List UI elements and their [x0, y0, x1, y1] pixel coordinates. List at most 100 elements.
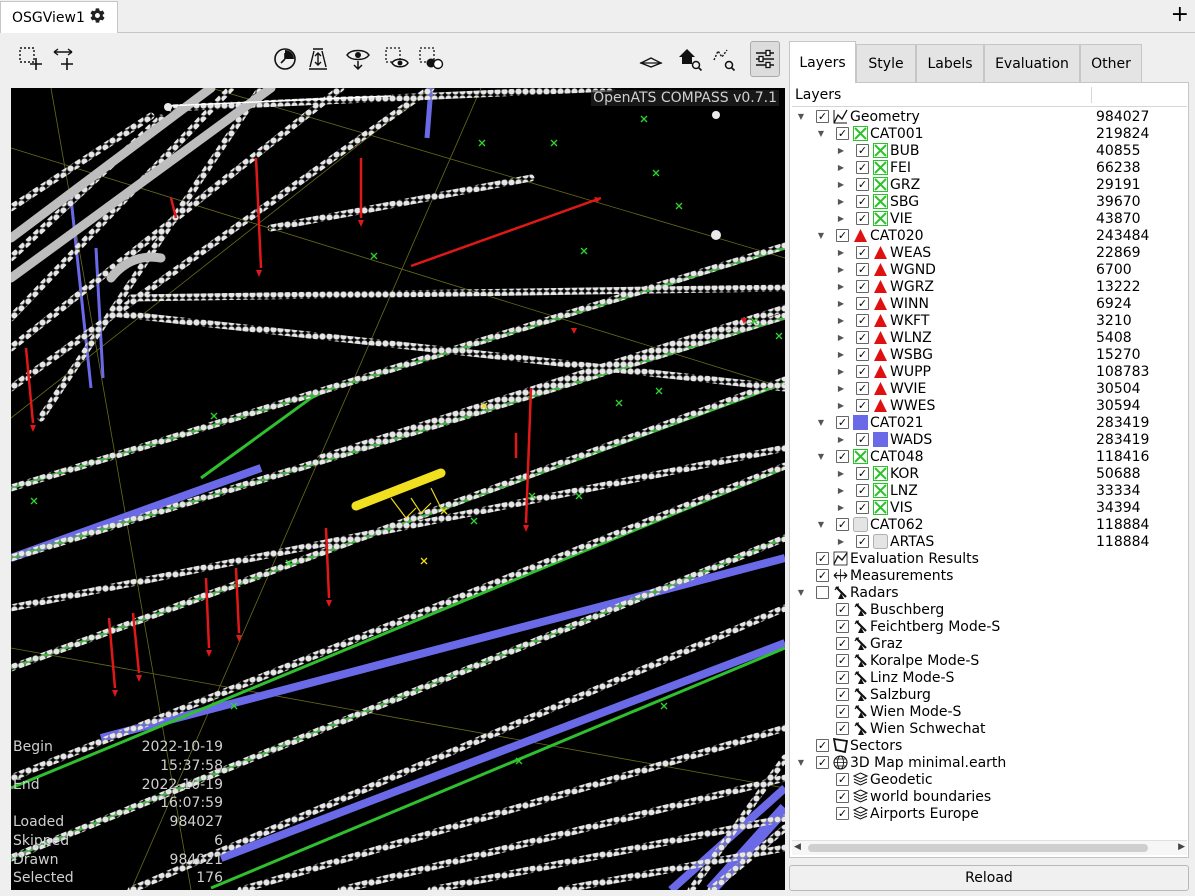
layer-checkbox[interactable]: ✓: [836, 705, 849, 718]
expand-arrow-icon[interactable]: ▶: [836, 346, 846, 363]
tab-evaluation[interactable]: Evaluation: [984, 44, 1080, 82]
layer-checkbox[interactable]: ✓: [856, 195, 869, 208]
track-zoom-icon[interactable]: [708, 41, 738, 77]
tree-item-cat048[interactable]: ✓ CAT048: [836, 448, 924, 465]
expand-arrow-icon[interactable]: ▶: [836, 176, 846, 193]
expand-arrow-icon[interactable]: ▶: [836, 499, 846, 516]
layer-checkbox[interactable]: ✓: [856, 433, 869, 446]
layer-checkbox[interactable]: ✓: [836, 722, 849, 735]
expand-arrow-icon[interactable]: ▶: [836, 142, 846, 159]
layer-checkbox[interactable]: ✓: [836, 637, 849, 650]
tree-item-wsbg[interactable]: ✓ WSBG: [856, 346, 933, 363]
expand-arrow-icon[interactable]: ▶: [836, 193, 846, 210]
layer-checkbox[interactable]: ✓: [856, 467, 869, 480]
height-filter-icon[interactable]: [303, 41, 333, 77]
tree-item-wads[interactable]: ✓ WADS: [856, 431, 932, 448]
expand-arrow-icon[interactable]: ▶: [836, 244, 846, 261]
tree-item-artas[interactable]: ✓ ARTAS: [856, 533, 934, 550]
expand-arrow-icon[interactable]: ▶: [836, 482, 846, 499]
reload-button[interactable]: Reload: [789, 865, 1189, 891]
layer-checkbox[interactable]: ✓: [836, 416, 849, 429]
tab-layers[interactable]: Layers: [789, 41, 856, 83]
tree-item-linz-mode-s[interactable]: ✓ Linz Mode-S: [836, 669, 954, 686]
layer-checkbox[interactable]: ✓: [816, 739, 829, 752]
gear-icon[interactable]: [89, 7, 106, 28]
view-tab[interactable]: OSGView1: [0, 1, 118, 33]
expand-arrow-icon[interactable]: ▶: [836, 380, 846, 397]
layer-checkbox[interactable]: ✓: [856, 212, 869, 225]
tree-item-world-boundaries[interactable]: ✓ world boundaries: [836, 788, 991, 805]
layer-checkbox[interactable]: ✓: [856, 331, 869, 344]
expand-arrow-icon[interactable]: ▶: [836, 465, 846, 482]
layer-checkbox[interactable]: ✓: [836, 450, 849, 463]
layer-checkbox[interactable]: ✓: [836, 688, 849, 701]
tree-item-geometry[interactable]: ✓ Geometry: [816, 108, 920, 125]
tree-item-3d-map-minimal-earth[interactable]: ✓ 3D Map minimal.earth: [816, 754, 1006, 771]
expand-arrow-icon[interactable]: ▶: [836, 363, 846, 380]
expand-arrow-icon[interactable]: ▶: [836, 210, 846, 227]
layer-checkbox[interactable]: ✓: [836, 229, 849, 242]
tree-item-feichtberg-mode-s[interactable]: ✓ Feichtberg Mode-S: [836, 618, 1000, 635]
layer-checkbox[interactable]: ✓: [816, 110, 829, 123]
expand-arrow-icon[interactable]: ▶: [836, 159, 846, 176]
layer-checkbox[interactable]: ✓: [836, 603, 849, 616]
settings-sliders-icon[interactable]: [750, 41, 780, 77]
layer-checkbox[interactable]: ✓: [836, 807, 849, 820]
layer-checkbox[interactable]: ✓: [816, 756, 829, 769]
layer-checkbox[interactable]: ✓: [836, 620, 849, 633]
select-add-icon[interactable]: [16, 41, 46, 77]
expand-arrow-icon[interactable]: ▶: [836, 278, 846, 295]
layer-checkbox[interactable]: ✓: [856, 297, 869, 310]
collapse-arrow-icon[interactable]: ▼: [796, 108, 806, 125]
tree-item-vis[interactable]: ✓ VIS: [856, 499, 913, 516]
tree-item-sbg[interactable]: ✓ SBG: [856, 193, 919, 210]
tree-item-cat001[interactable]: ✓ CAT001: [836, 125, 924, 142]
layer-checkbox[interactable]: ✓: [856, 484, 869, 497]
layer-checkbox[interactable]: ✓: [856, 263, 869, 276]
tree-item-winn[interactable]: ✓ WINN: [856, 295, 929, 312]
layer-checkbox[interactable]: ✓: [836, 773, 849, 786]
select-view-icon[interactable]: [382, 41, 412, 77]
collapse-arrow-icon[interactable]: ▼: [816, 414, 826, 431]
tree-item-wvie[interactable]: ✓ WVIE: [856, 380, 926, 397]
tree-item-kor[interactable]: ✓ KOR: [856, 465, 919, 482]
layer-checkbox[interactable]: ✓: [856, 280, 869, 293]
tree-item-wien-mode-s[interactable]: ✓ Wien Mode-S: [836, 703, 961, 720]
tree-item-bub[interactable]: ✓ BUB: [856, 142, 919, 159]
layer-checkbox[interactable]: ✓: [856, 314, 869, 327]
collapse-arrow-icon[interactable]: ▼: [796, 754, 806, 771]
expand-arrow-icon[interactable]: ▶: [836, 295, 846, 312]
layer-checkbox[interactable]: ✓: [856, 382, 869, 395]
expand-arrow-icon[interactable]: ▶: [836, 397, 846, 414]
layer-checkbox[interactable]: ✓: [856, 365, 869, 378]
layer-checkbox[interactable]: ✓: [856, 144, 869, 157]
collapse-arrow-icon[interactable]: ▼: [816, 516, 826, 533]
tree-item-airports-europe[interactable]: ✓ Airports Europe: [836, 805, 979, 822]
collapse-arrow-icon[interactable]: ▼: [796, 584, 806, 601]
tree-item-graz[interactable]: ✓ Graz: [836, 635, 903, 652]
tree-item-cat062[interactable]: ✓ CAT062: [836, 516, 924, 533]
time-filter-icon[interactable]: [270, 41, 300, 77]
layer-checkbox[interactable]: ✓: [856, 161, 869, 174]
layer-checkbox[interactable]: ✓: [856, 178, 869, 191]
layer-checkbox[interactable]: ✓: [816, 552, 829, 565]
layer-checkbox[interactable]: ✓: [836, 127, 849, 140]
layer-checkbox[interactable]: [816, 586, 829, 599]
expand-arrow-icon[interactable]: ▶: [836, 533, 846, 550]
expand-arrow-icon[interactable]: ▶: [836, 329, 846, 346]
move-add-icon[interactable]: [50, 41, 80, 77]
tree-item-weas[interactable]: ✓ WEAS: [856, 244, 931, 261]
horizon-icon[interactable]: [636, 41, 666, 77]
tree-item-measurements[interactable]: ✓ Measurements: [816, 567, 953, 584]
tree-item-radars[interactable]: Radars: [816, 584, 899, 601]
add-view-icon[interactable]: +: [1171, 4, 1189, 26]
select-toggle-icon[interactable]: [416, 41, 446, 77]
horizontal-scrollbar[interactable]: ◀ ▶: [792, 840, 1187, 855]
osg-3d-viewport[interactable]: OpenATS COMPASS v0.7.1 Begin 2022-10-19 1…: [11, 88, 785, 890]
tree-item-cat020[interactable]: ✓ CAT020: [836, 227, 924, 244]
layer-checkbox[interactable]: ✓: [856, 535, 869, 548]
tree-item-wkft[interactable]: ✓ WKFT: [856, 312, 929, 329]
tree-item-fei[interactable]: ✓ FEI: [856, 159, 911, 176]
tree-item-salzburg[interactable]: ✓ Salzburg: [836, 686, 931, 703]
collapse-arrow-icon[interactable]: ▼: [816, 448, 826, 465]
